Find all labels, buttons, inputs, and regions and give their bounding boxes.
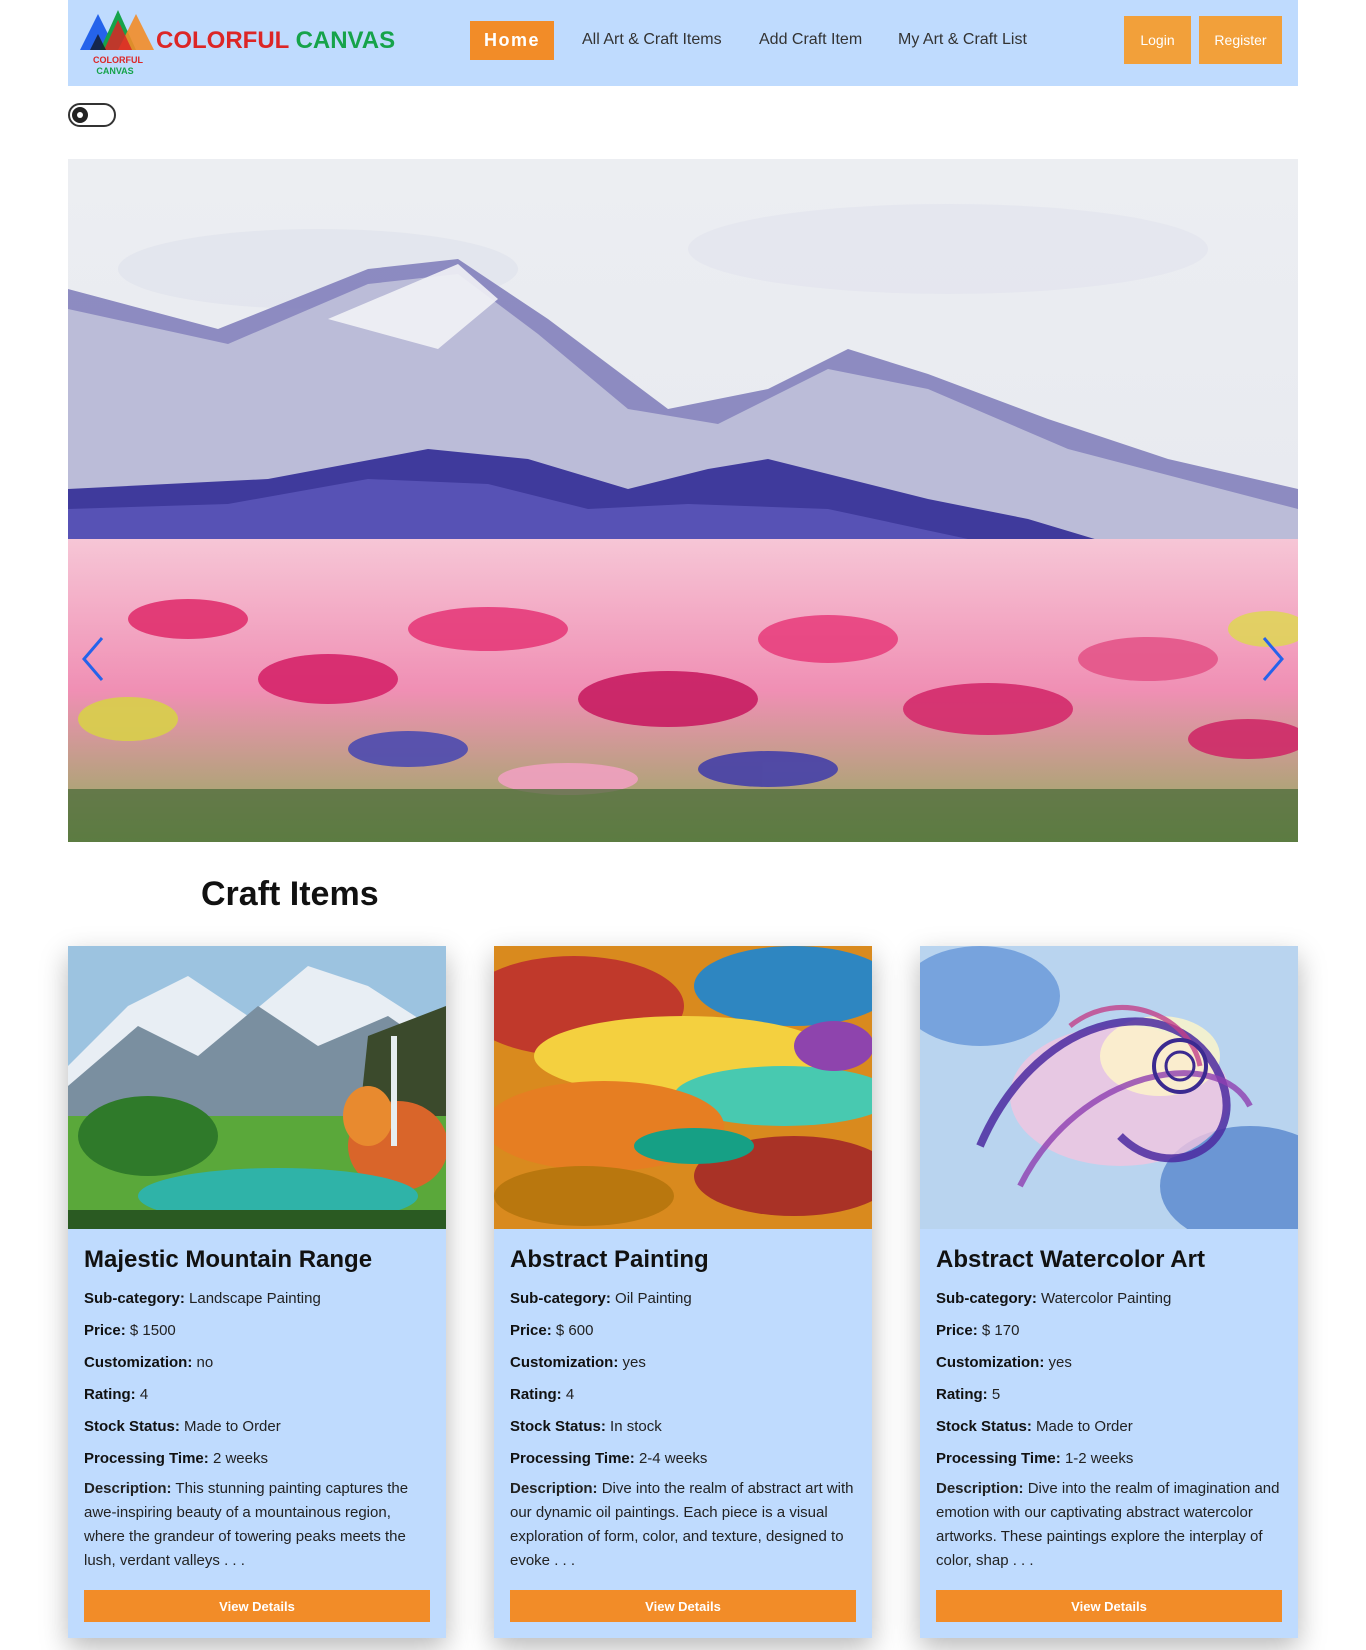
view-details-button[interactable]: View Details (84, 1590, 430, 1622)
hero-slider (68, 159, 1298, 842)
card-image (494, 946, 872, 1229)
card-title: Majestic Mountain Range (84, 1246, 373, 1273)
chevron-right-icon[interactable] (1258, 634, 1288, 684)
nav-add-item-link[interactable]: Add Craft Item (759, 31, 862, 49)
card-title: Abstract Watercolor Art (936, 1246, 1205, 1273)
navbar: COLORFUL CANVAS COLORFUL CANVAS Home All… (68, 0, 1298, 86)
card-rating: Rating: 4 (84, 1386, 149, 1403)
card-price: Price: $ 600 (510, 1322, 594, 1339)
card-processing-time: Processing Time: 2-4 weeks (510, 1450, 708, 1467)
card-description: Description: Dive into the realm of abst… (510, 1480, 854, 1569)
craft-card: Majestic Mountain Range Sub-category: La… (68, 946, 446, 1638)
card-subcategory: Sub-category: Oil Painting (510, 1290, 692, 1307)
card-processing-time: Processing Time: 2 weeks (84, 1450, 268, 1467)
svg-text:COLORFUL: COLORFUL (93, 55, 143, 65)
card-customization: Customization: yes (936, 1354, 1072, 1371)
card-rating: Rating: 4 (510, 1386, 575, 1403)
card-description: Description: This stunning painting capt… (84, 1480, 409, 1569)
card-stock-status: Stock Status: Made to Order (936, 1418, 1133, 1435)
card-stock-status: Stock Status: Made to Order (84, 1418, 281, 1435)
register-button[interactable]: Register (1199, 16, 1282, 64)
nav-my-list-link[interactable]: My Art & Craft List (898, 31, 1027, 49)
card-price: Price: $ 1500 (84, 1322, 176, 1339)
login-button[interactable]: Login (1124, 16, 1191, 64)
logo-icon: COLORFUL CANVAS (80, 10, 154, 76)
card-subcategory: Sub-category: Watercolor Painting (936, 1290, 1172, 1307)
card-image (920, 946, 1298, 1229)
card-processing-time: Processing Time: 1-2 weeks (936, 1450, 1134, 1467)
svg-text:CANVAS: CANVAS (96, 66, 133, 76)
card-rating: Rating: 5 (936, 1386, 1001, 1403)
chevron-left-icon[interactable] (78, 634, 108, 684)
nav-all-items-link[interactable]: All Art & Craft Items (582, 31, 722, 49)
card-subcategory: Sub-category: Landscape Painting (84, 1290, 321, 1307)
card-stock-status: Stock Status: In stock (510, 1418, 662, 1435)
brand-name-part1: COLORFUL (156, 27, 289, 54)
brand-name[interactable]: COLORFUL CANVAS (156, 27, 395, 55)
view-details-button[interactable]: View Details (936, 1590, 1282, 1622)
craft-card: Abstract Watercolor Art Sub-category: Wa… (920, 946, 1298, 1638)
card-price: Price: $ 170 (936, 1322, 1020, 1339)
hero-image (68, 159, 1298, 842)
card-title: Abstract Painting (510, 1246, 709, 1273)
nav-home-link[interactable]: Home (470, 21, 554, 60)
card-customization: Customization: no (84, 1354, 214, 1371)
brand-name-part2: CANVAS (295, 27, 396, 54)
craft-card: Abstract Painting Sub-category: Oil Pain… (494, 946, 872, 1638)
card-image (68, 946, 446, 1229)
view-details-button[interactable]: View Details (510, 1590, 856, 1622)
gear-icon (72, 107, 88, 123)
theme-toggle[interactable] (68, 103, 116, 127)
brand-logo[interactable]: COLORFUL CANVAS (78, 6, 156, 76)
card-description: Description: Dive into the realm of imag… (936, 1480, 1280, 1569)
section-title: Craft Items (201, 875, 379, 913)
card-customization: Customization: yes (510, 1354, 646, 1371)
